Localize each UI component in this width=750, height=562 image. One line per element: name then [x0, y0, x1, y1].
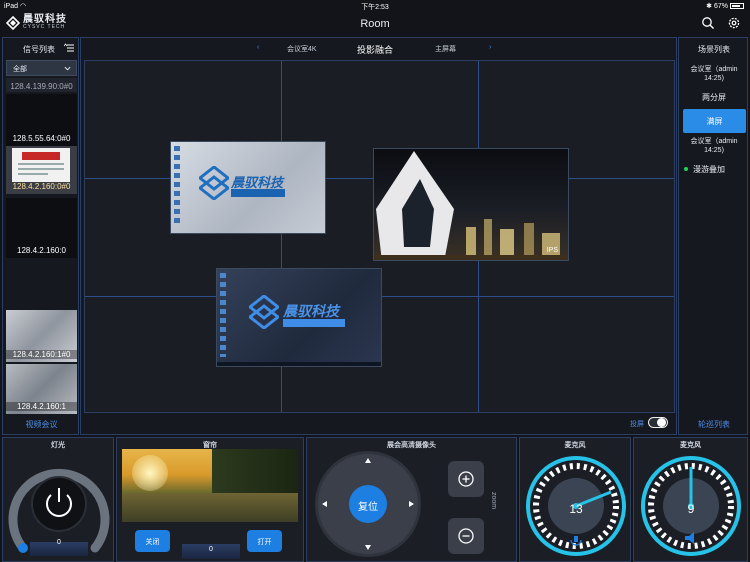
scene-item[interactable]: 会议室（admin 14:25)	[681, 137, 747, 155]
zoom-out-button[interactable]	[447, 517, 485, 555]
zoom-in-button[interactable]	[447, 460, 485, 498]
scene-item-active[interactable]: 满屏	[683, 109, 746, 133]
signal-item[interactable]: 128.5.55.64:0#0	[6, 94, 77, 146]
nav-bar: 晨驭科技 CYSVC TECH Room	[0, 12, 750, 36]
ptz-reset-button[interactable]: 复位	[349, 485, 387, 523]
light-panel: 灯光 0	[2, 437, 114, 562]
desktop-icons	[174, 146, 180, 226]
tab-prev-icon[interactable]: ‹	[257, 44, 259, 51]
desktop-logo-window[interactable]: 晨驭科技	[170, 141, 326, 234]
battery-percent: 67%	[713, 3, 728, 10]
display-canvas[interactable]: 晨驭科技 IPS 晨驭科技	[84, 60, 675, 413]
mic2-value: 9	[687, 502, 695, 516]
curtain-scene-image	[122, 449, 298, 522]
window-overlay-text: IPS	[546, 247, 558, 254]
signal-filter-value: 全部	[13, 66, 27, 73]
mic2-title: 麦克风	[680, 442, 701, 449]
window-logo-icon	[199, 166, 229, 200]
signal-item-label: 128.4.2.160:1	[6, 402, 77, 411]
building-night-window[interactable]: IPS	[373, 148, 569, 261]
curtain-value: 0	[209, 546, 213, 553]
mic1-value: 13	[569, 502, 583, 516]
tab-next-icon[interactable]: ›	[489, 44, 491, 51]
signal-item[interactable]: 128.4.2.160:0	[6, 198, 77, 258]
signal-item-label: 128.4.139.90:0#0	[10, 82, 73, 91]
signal-list-panel: 信号列表 全部 128.4.139.90:0#0 128.5.55.64:0#0…	[2, 37, 79, 435]
tab-main-screen[interactable]: 主屏幕	[435, 44, 456, 54]
gear-icon[interactable]	[727, 16, 741, 30]
control-bar: 灯光 0 窗帘 关闭 打开 0 展会高清摄像头 复位 zoom 麦克风 13 麦…	[0, 437, 750, 562]
curtain-open-button[interactable]: 打开	[247, 530, 282, 552]
display-wall-panel: ‹ 会议室4K 投影融合 主屏幕 › 晨驭科技 IPS 晨驭科技 投屏	[80, 37, 677, 435]
signal-item-label: 128.5.55.64:0#0	[12, 134, 71, 143]
signal-item[interactable]: 128.4.2.160:1#0	[6, 310, 77, 362]
signal-item-label: 128.4.2.160:0#0	[12, 182, 71, 191]
signal-list-title: 信号列表	[23, 45, 55, 54]
zoom-label: zoom	[490, 492, 497, 510]
light-value: 0	[57, 539, 61, 546]
projection-label: 投屏	[630, 421, 644, 428]
desktop-icons	[220, 273, 226, 357]
signal-item[interactable]: 128.4.2.160:1	[6, 364, 77, 414]
scene-list-title: 场景列表	[698, 45, 730, 54]
camera-panel: 展会高清摄像头 复位 zoom	[306, 437, 517, 562]
active-indicator-dot	[684, 167, 688, 171]
signal-item[interactable]: 128.4.139.90:0#0	[6, 78, 77, 92]
video-conference-link[interactable]: 视频会议	[3, 419, 80, 430]
mic2-panel: 麦克风 9	[633, 437, 748, 562]
scene-item[interactable]: 会议室（admin 14:25)	[681, 65, 747, 83]
signal-item-label: 128.4.2.160:0	[17, 246, 66, 255]
mic1-title: 麦克风	[564, 442, 586, 449]
status-bar: iPad ◠ 下午2:53 ✱ 67%	[0, 0, 750, 12]
battery-icon	[730, 3, 744, 10]
tab-meeting-4k[interactable]: 会议室4K	[287, 44, 317, 54]
projection-toggle[interactable]	[648, 417, 668, 428]
window-overlay-bar	[231, 189, 285, 197]
tab-projection-fusion[interactable]: 投影融合	[357, 43, 393, 56]
mic1-panel: 麦克风 13	[519, 437, 631, 562]
signal-item-label: 128.4.2.160:1#0	[6, 350, 77, 359]
light-title: 灯光	[51, 442, 65, 449]
window-overlay-text: 晨驭科技	[283, 303, 339, 319]
taskbar	[217, 362, 381, 366]
window-logo-icon	[249, 295, 279, 329]
page-title: Room	[360, 18, 390, 30]
chevron-down-icon	[64, 66, 71, 71]
scene-item[interactable]: 漫游叠加	[693, 164, 747, 175]
search-icon[interactable]	[701, 16, 715, 30]
scene-item[interactable]: 两分屏	[681, 92, 747, 103]
projection-row: 投屏	[81, 416, 678, 430]
status-right: ✱ 67%	[706, 2, 744, 10]
camera-title: 展会高清摄像头	[387, 442, 436, 449]
signal-item[interactable]: 128.4.2.160:0#0	[6, 146, 77, 194]
desktop-blue-window[interactable]: 晨驭科技	[216, 268, 382, 367]
building-image	[374, 151, 568, 260]
status-time: 下午2:53	[361, 4, 389, 11]
curtain-panel: 窗帘 关闭 打开 0	[116, 437, 304, 562]
signal-filter-select[interactable]: 全部	[6, 60, 77, 76]
tour-list-link[interactable]: 轮巡列表	[679, 419, 749, 430]
curtain-close-button[interactable]: 关闭	[135, 530, 170, 552]
sort-list-icon[interactable]	[64, 43, 74, 53]
scene-list-panel: 场景列表 会议室（admin 14:25) 两分屏 满屏 会议室（admin 1…	[678, 37, 748, 435]
window-overlay-bar	[283, 319, 345, 327]
signal-thumbnail	[12, 148, 70, 182]
screen-tabs: ‹ 会议室4K 投影融合 主屏幕 ›	[81, 38, 678, 58]
